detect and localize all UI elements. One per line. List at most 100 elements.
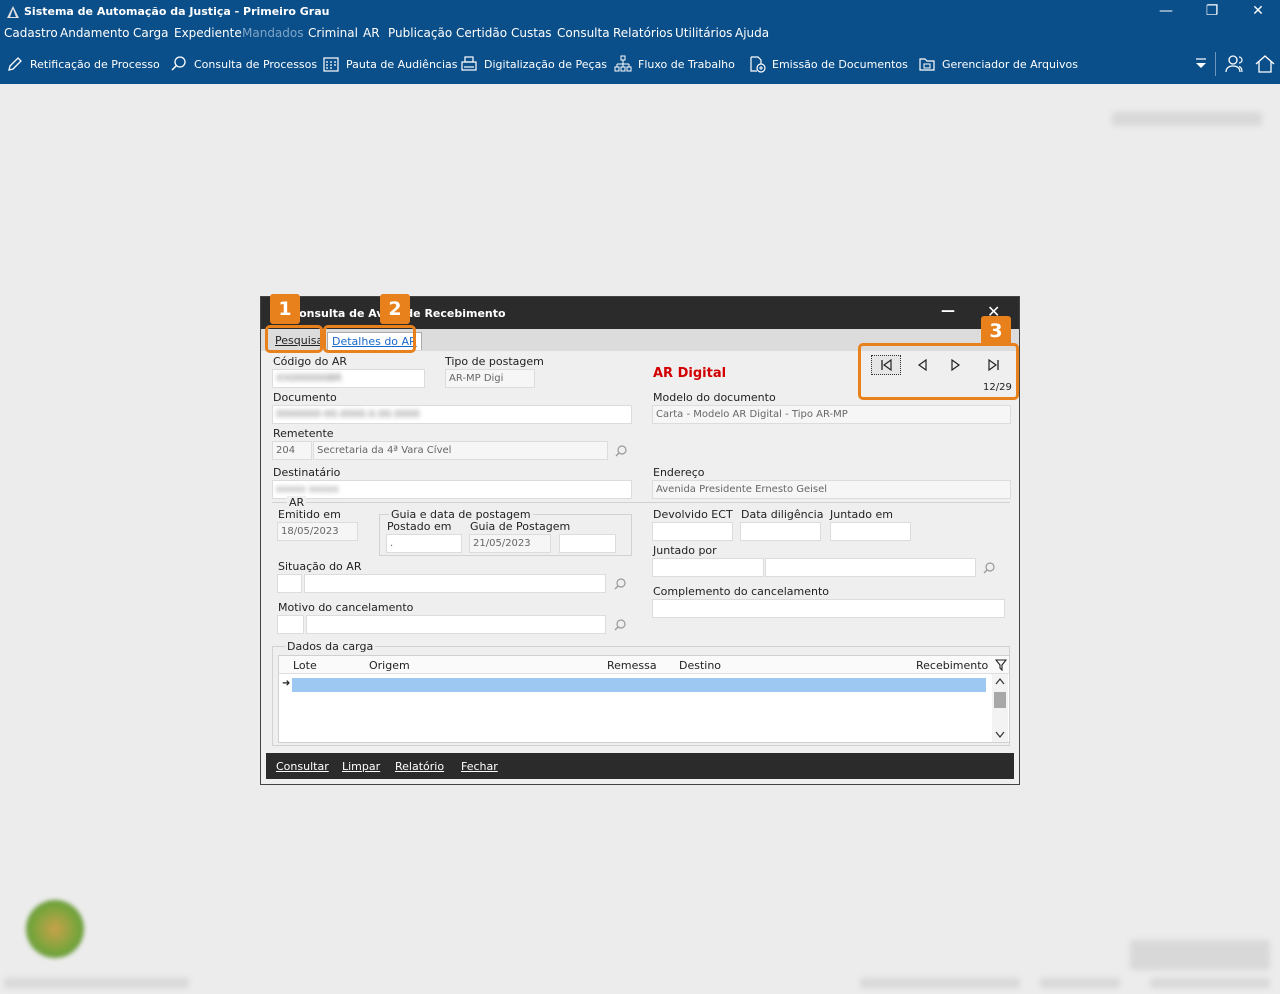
destinatario-label: Destinatário (273, 466, 341, 479)
motivo-desc-field[interactable] (306, 615, 606, 634)
menu-consulta[interactable]: Consulta (557, 26, 610, 40)
background-blurred-logo (1130, 940, 1270, 970)
grid-scrollbar[interactable] (992, 674, 1008, 742)
toolbar-divider (1215, 52, 1216, 76)
menu-relatorios[interactable]: Relatórios (613, 26, 673, 40)
emissao-documentos-button[interactable]: Emissão de Documentos (748, 53, 908, 75)
pauta-audiencias-button[interactable]: Pauta de Audiências (322, 53, 458, 75)
juntado-por-label: Juntado por (653, 544, 717, 557)
data-diligencia-field[interactable] (740, 522, 821, 541)
situacao-code-field[interactable] (277, 574, 302, 593)
menu-cadastro[interactable]: Cadastro (4, 26, 58, 40)
scrollbar-thumb[interactable] (994, 692, 1006, 708)
highlight-detalhes (323, 325, 416, 353)
background-blurred-status-right1 (1040, 978, 1120, 988)
scroll-down-icon[interactable] (995, 731, 1005, 739)
situacao-search-icon[interactable] (613, 577, 627, 591)
minimize-button[interactable]: — (1143, 0, 1189, 24)
menu-custas[interactable]: Custas (511, 26, 552, 40)
juntado-em-field[interactable] (830, 522, 911, 541)
remetente-search-icon[interactable] (614, 444, 628, 458)
users-icon (1225, 55, 1243, 73)
background-blurred-status-right2 (1150, 978, 1270, 988)
menu-expediente[interactable]: Expediente (174, 26, 242, 40)
highlight-pesquisa (265, 325, 323, 353)
endereco-field[interactable]: Avenida Presidente Ernesto Geisel (652, 480, 1011, 499)
relatorio-button[interactable]: Relatório (395, 760, 444, 773)
close-window-button[interactable]: ✕ (1235, 0, 1280, 24)
fechar-button[interactable]: Fechar (461, 760, 498, 773)
complemento-cancelamento-label: Complemento do cancelamento (653, 585, 830, 598)
motivo-code-field[interactable] (277, 615, 304, 634)
codigo-ar-field[interactable]: XX000000BR (272, 369, 425, 388)
emitido-field[interactable]: 18/05/2023 (277, 522, 358, 541)
document-add-icon (750, 56, 766, 73)
situacao-ar-label: Situação do AR (278, 560, 362, 573)
guia-postagem-field[interactable]: 21/05/2023 (469, 534, 551, 553)
toolbar-dropdown-button[interactable] (1194, 55, 1208, 74)
retificacao-processo-button[interactable]: Retificação de Processo (6, 53, 160, 75)
callout-badge-3: 3 (981, 316, 1011, 346)
devolvido-ect-field[interactable] (652, 522, 733, 541)
menu-carga[interactable]: Carga (133, 26, 168, 40)
emitido-label: Emitido em (278, 508, 341, 521)
postado-field[interactable]: . (386, 534, 462, 553)
menu-ajuda[interactable]: Ajuda (735, 26, 769, 40)
background-blurred-text (1112, 112, 1262, 126)
destinatario-field[interactable]: xxxxx xxxxx (272, 480, 632, 499)
guia-extra-field[interactable] (559, 534, 616, 553)
juntado-por-name-field[interactable] (765, 558, 976, 577)
menu-utilitarios[interactable]: Utilitários (675, 26, 732, 40)
complemento-cancelamento-field[interactable] (652, 599, 1005, 618)
menu-criminal[interactable]: Criminal (308, 26, 358, 40)
dialog-minimize-button[interactable]: — (941, 303, 955, 319)
digitalizacao-pecas-button[interactable]: Digitalização de Peças (460, 53, 607, 75)
col-lote[interactable]: Lote (293, 659, 317, 672)
menu-ar[interactable]: AR (363, 26, 380, 40)
juntado-por-code-field[interactable] (652, 558, 764, 577)
window-title: Sistema de Automação da Justiça - Primei… (24, 5, 330, 18)
codigo-ar-label: Código do AR (273, 355, 348, 368)
col-recebimento[interactable]: Recebimento (916, 659, 988, 672)
filter-icon[interactable] (995, 659, 1007, 671)
current-row-arrow-icon: ➜ (282, 678, 291, 689)
menu-certidao[interactable]: Certidão (456, 26, 507, 40)
remetente-name-field[interactable]: Secretaria da 4ª Vara Cível (313, 441, 608, 460)
documento-field[interactable]: 0000000-00.0000.0.00.0000 (272, 405, 632, 424)
consulta-processos-button[interactable]: Consulta de Processos (170, 53, 317, 75)
col-origem[interactable]: Origem (369, 659, 410, 672)
modelo-documento-field[interactable]: Carta - Modelo AR Digital - Tipo AR-MP (652, 405, 1011, 424)
digitalizacao-label: Digitalização de Peças (484, 57, 608, 71)
home-icon (1255, 55, 1275, 73)
fluxo-label: Fluxo de Trabalho (638, 57, 735, 71)
motivo-search-icon[interactable] (613, 618, 627, 632)
carga-grid: Lote Origem Remessa Destino Recebimento … (278, 655, 1010, 743)
fluxo-trabalho-button[interactable]: Fluxo de Trabalho (614, 53, 735, 75)
background-blurred-status-left (4, 978, 189, 988)
table-row[interactable] (292, 678, 986, 692)
juntado-por-search-icon[interactable] (982, 561, 996, 575)
users-button[interactable] (1224, 53, 1246, 78)
restore-button[interactable]: ❐ (1189, 0, 1235, 24)
toolbar: Retificação de Processo Consulta de Proc… (0, 44, 1280, 84)
tipo-postagem-label: Tipo de postagem (445, 355, 544, 368)
situacao-desc-field[interactable] (304, 574, 606, 593)
remetente-code-field[interactable]: 204 (272, 441, 312, 460)
scanner-icon (461, 56, 477, 71)
tipo-postagem-field[interactable]: AR-MP Digi (445, 369, 535, 388)
guia-postagem-label: Guia de Postagem (470, 520, 571, 533)
calendar-icon (323, 57, 339, 72)
menu-andamento[interactable]: Andamento (60, 26, 130, 40)
col-remessa[interactable]: Remessa (607, 659, 657, 672)
consultar-button[interactable]: Consultar (276, 760, 329, 773)
gerenciador-arquivos-button[interactable]: Gerenciador de Arquivos (918, 53, 1078, 75)
menu-publicacao[interactable]: Publicação (388, 26, 452, 40)
background-blurred-status-mid (860, 978, 1020, 988)
scroll-up-icon[interactable] (995, 677, 1005, 685)
grid-header: Lote Origem Remessa Destino Recebimento (279, 656, 1009, 674)
limpar-button[interactable]: Limpar (342, 760, 380, 773)
modelo-documento-label: Modelo do documento (653, 391, 776, 404)
home-button[interactable] (1254, 53, 1276, 78)
col-destino[interactable]: Destino (679, 659, 721, 672)
juntado-em-label: Juntado em (830, 508, 893, 521)
